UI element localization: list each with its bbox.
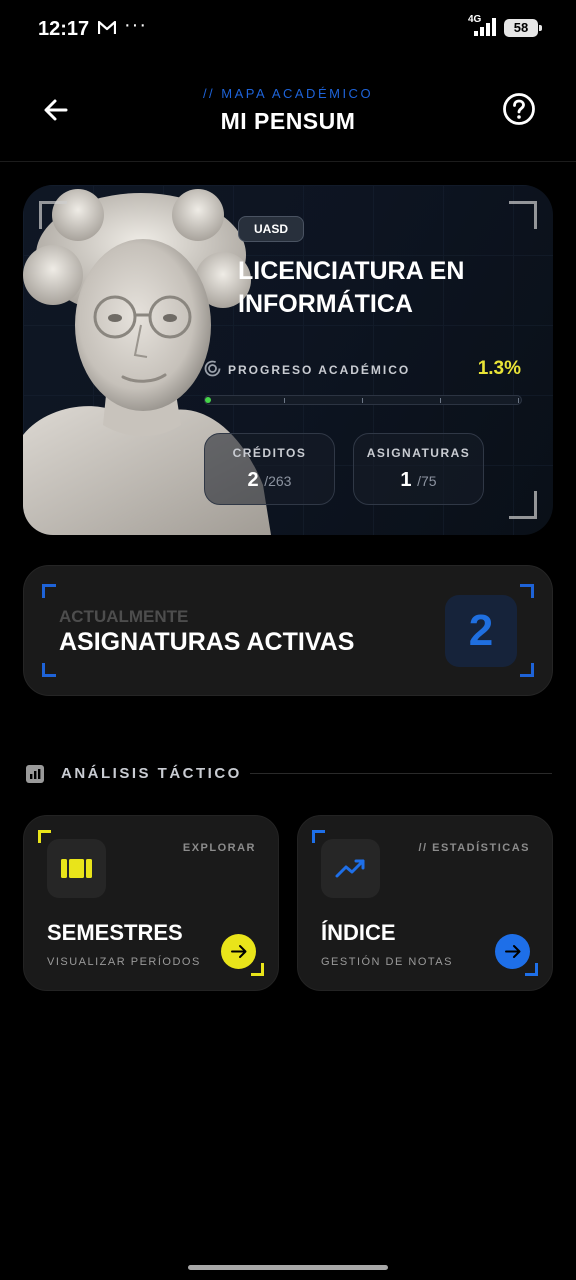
more-notifications-icon: ··· xyxy=(124,14,147,36)
signal-icon xyxy=(474,18,496,36)
page-subtitle: // MAPA ACADÉMICO xyxy=(202,86,374,101)
active-count-badge: 2 xyxy=(445,595,517,667)
tile-title: SEMESTRES xyxy=(47,920,183,945)
tile-tag: // ESTADÍSTICAS xyxy=(418,842,530,854)
gmail-icon xyxy=(98,21,116,34)
frame-corner xyxy=(520,584,534,598)
status-bar: 12:17 ··· 4G 58 xyxy=(0,0,576,58)
frame-corner xyxy=(42,584,56,598)
active-subtitle: ACTUALMENTE xyxy=(59,607,189,626)
frame-corner xyxy=(509,491,537,519)
degree-card: UASD LICENCIATURA EN INFORMÁTICA PROGRES… xyxy=(23,185,553,535)
credits-label: CRÉDITOS xyxy=(232,446,307,460)
frame-corner xyxy=(509,201,537,229)
trend-icon xyxy=(321,839,380,898)
home-indicator[interactable] xyxy=(188,1265,388,1270)
subjects-stat: ASIGNATURAS 1 /75 xyxy=(353,433,484,505)
tile-subtitle: GESTIÓN DE NOTAS xyxy=(321,956,453,968)
progress-label: PROGRESO ACADÉMICO xyxy=(228,363,411,377)
tile-subtitle: VISUALIZAR PERÍODOS xyxy=(47,956,201,968)
page-title: MI PENSUM xyxy=(220,108,356,134)
progress-bar-fill xyxy=(205,397,211,403)
bar-chart-icon xyxy=(26,765,44,783)
active-subjects-card[interactable]: ACTUALMENTE ASIGNATURAS ACTIVAS 2 xyxy=(23,565,553,696)
status-time: 12:17 xyxy=(38,18,90,40)
progress-value: 1.3% xyxy=(477,358,521,379)
subjects-value: 1 /75 xyxy=(400,469,437,491)
app-header: // MAPA ACADÉMICO MI PENSUM xyxy=(0,70,576,162)
progress-icon xyxy=(204,360,221,377)
frame-corner xyxy=(520,663,534,677)
degree-title: LICENCIATURA EN INFORMÁTICA xyxy=(238,257,465,318)
progress-bar xyxy=(204,395,522,405)
subjects-label: ASIGNATURAS xyxy=(366,446,471,460)
credits-value: 2 /263 xyxy=(247,469,292,491)
frame-corner xyxy=(39,201,67,229)
frame-corner xyxy=(251,963,264,976)
progress-tick xyxy=(284,398,285,403)
section-header: ANÁLISIS TÁCTICO xyxy=(26,763,552,785)
university-badge: UASD xyxy=(238,216,305,242)
semesters-tile[interactable]: EXPLORAR SEMESTRES VISUALIZAR PERÍODOS xyxy=(23,815,279,991)
help-icon[interactable] xyxy=(502,92,536,126)
progress-tick xyxy=(362,398,363,403)
credits-stat: CRÉDITOS 2 /263 xyxy=(204,433,335,505)
progress-tick xyxy=(440,398,441,403)
tile-tag: EXPLORAR xyxy=(182,842,256,854)
arrow-right-icon[interactable] xyxy=(221,934,256,969)
semesters-icon xyxy=(47,839,106,898)
section-title: ANÁLISIS TÁCTICO xyxy=(61,765,242,782)
battery-icon: 58 xyxy=(504,19,542,37)
frame-corner xyxy=(42,663,56,677)
divider xyxy=(250,773,552,774)
progress-tick xyxy=(518,398,519,403)
active-title: ASIGNATURAS ACTIVAS xyxy=(59,628,355,656)
arrow-right-icon[interactable] xyxy=(495,934,530,969)
tile-title: ÍNDICE xyxy=(321,920,396,945)
index-tile[interactable]: // ESTADÍSTICAS ÍNDICE GESTIÓN DE NOTAS xyxy=(297,815,553,991)
frame-corner xyxy=(525,963,538,976)
